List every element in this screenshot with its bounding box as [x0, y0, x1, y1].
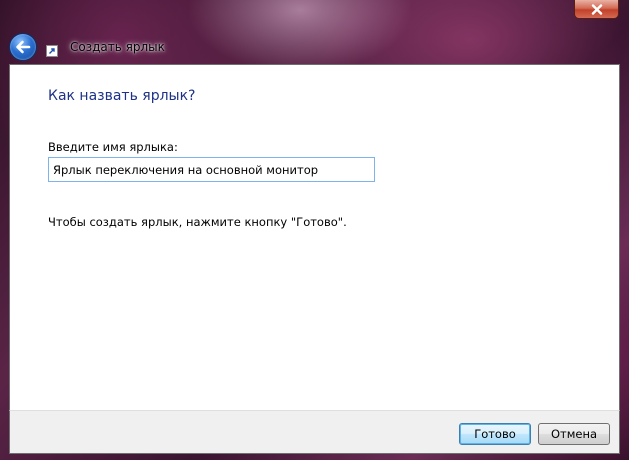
close-icon	[591, 3, 602, 15]
shortcut-name-label: Введите имя ярлыка:	[48, 140, 178, 154]
finish-hint: Чтобы создать ярлык, нажмите кнопку "Гот…	[48, 215, 347, 229]
close-button[interactable]	[574, 0, 619, 19]
wizard-content: Как назвать ярлык? Введите имя ярлыка: Ч…	[9, 64, 620, 410]
cancel-button[interactable]: Отмена	[538, 423, 610, 445]
back-arrow-icon	[16, 40, 31, 54]
window-title: Создать ярлык	[70, 40, 165, 54]
wizard-footer: Готово Отмена	[9, 410, 620, 454]
finish-button[interactable]: Готово	[459, 423, 531, 445]
shortcut-name-input[interactable]	[48, 157, 375, 182]
navigation-bar: Создать ярлык	[9, 30, 165, 64]
shortcut-icon	[46, 45, 58, 57]
page-heading: Как назвать ярлык?	[48, 88, 196, 104]
back-button[interactable]	[9, 33, 37, 61]
